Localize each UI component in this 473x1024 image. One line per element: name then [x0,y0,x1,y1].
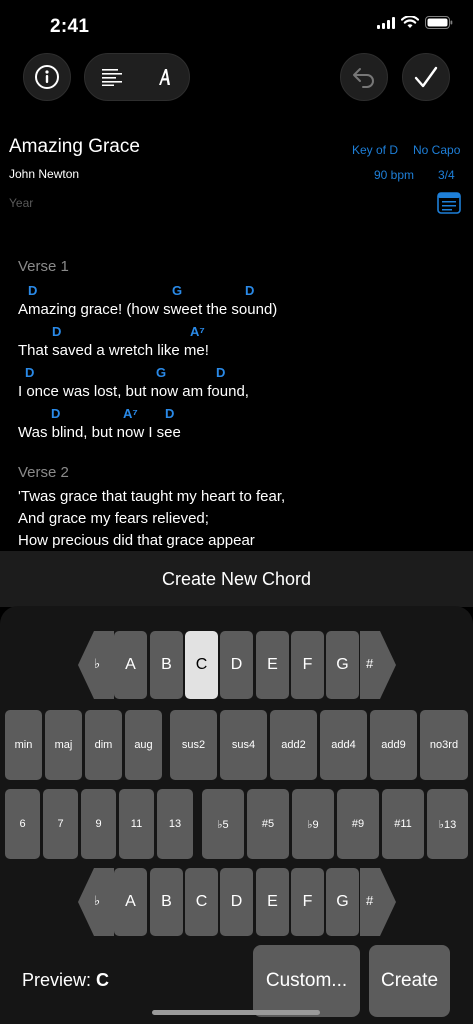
quality-aug[interactable]: aug [125,710,162,780]
bass-key-b[interactable]: B [150,868,183,936]
no3rd-key[interactable]: no3rd [420,710,468,780]
quality-maj[interactable]: maj [45,710,82,780]
chord-sheet-title: Create New Chord [0,551,473,607]
chord[interactable]: D [165,406,174,421]
info-button[interactable] [23,53,71,101]
capo-button[interactable]: No Capo [413,143,460,157]
key-button[interactable]: Key of D [352,143,398,157]
song-body[interactable]: Verse 1 D G D Amazing grace! (how sweet … [18,258,458,552]
alteration-sharp11[interactable]: #11 [382,789,424,859]
chord[interactable]: A⁷ [123,406,138,421]
chord[interactable]: D [28,283,37,298]
sharp-label: # [366,656,374,671]
sus4-key[interactable]: sus4 [220,710,267,780]
checkmark-icon [414,66,438,88]
add2-key[interactable]: add2 [270,710,317,780]
lyric-line[interactable]: And grace my fears relieved; [18,508,458,530]
lyric-line[interactable]: I once was lost, but now am found, [18,381,458,403]
bass-sharp-label: # [366,893,374,908]
undo-button[interactable] [340,53,388,101]
alteration-flat9[interactable]: ♭9 [292,789,334,859]
lyric-line[interactable]: How precious did that grace appear [18,530,458,552]
extension-9[interactable]: 9 [81,789,116,859]
preview-label: Preview: [22,970,92,990]
chord[interactable]: D [216,365,225,380]
section-label: Verse 2 [18,464,69,481]
lyric-line[interactable]: That saved a wretch like me! [18,340,458,362]
extension-6[interactable]: 6 [5,789,40,859]
text-align-button[interactable] [101,68,123,86]
root-key-f[interactable]: F [291,631,324,699]
bass-key-c[interactable]: C [185,868,218,936]
bass-key-d[interactable]: D [220,868,253,936]
chord[interactable]: D [51,406,60,421]
info-icon [35,65,59,89]
done-button[interactable] [402,53,450,101]
chord[interactable]: D [245,283,254,298]
chord[interactable]: G [172,283,182,298]
bass-key-e[interactable]: E [256,868,289,936]
chord[interactable]: A⁷ [190,324,205,339]
root-key-b[interactable]: B [150,631,183,699]
notes-icon [437,192,461,214]
extension-11[interactable]: 11 [119,789,154,859]
bass-key-g[interactable]: G [326,868,359,936]
root-key-c[interactable]: C [185,631,218,699]
undo-icon [353,68,374,88]
time-signature-button[interactable]: 3/4 [438,168,455,182]
flat-label: ♭ [94,656,101,671]
wifi-icon [401,16,419,28]
custom-button[interactable]: Custom... [253,945,360,1017]
add9-key[interactable]: add9 [370,710,417,780]
alteration-sharp9[interactable]: #9 [337,789,379,859]
chord[interactable]: D [52,324,61,339]
sus2-key[interactable]: sus2 [170,710,217,780]
font-a-icon [159,69,170,85]
extension-7[interactable]: 7 [43,789,78,859]
lyric-line[interactable]: 'Twas grace that taught my heart to fear… [18,486,458,508]
add4-key[interactable]: add4 [320,710,367,780]
align-left-icon [102,69,122,86]
notes-button[interactable] [437,192,461,219]
status-time: 2:41 [50,16,90,37]
bass-key-a[interactable]: A [114,868,147,936]
lyric-line[interactable]: Amazing grace! (how sweet the sound) [18,299,458,321]
chord[interactable]: G [156,365,166,380]
root-key-a[interactable]: A [114,631,147,699]
year-field[interactable]: Year [9,196,33,210]
battery-icon [425,16,453,29]
chord-row: D A⁷ D [18,403,458,422]
alteration-sharp5[interactable]: #5 [247,789,289,859]
alteration-flat5[interactable]: ♭5 [202,789,244,859]
chord-row: D G D [18,362,458,381]
extension-13[interactable]: 13 [157,789,193,859]
quality-min[interactable]: min [5,710,42,780]
status-icons [377,16,453,29]
home-indicator [152,1010,320,1015]
bass-key-f[interactable]: F [291,868,324,936]
chord-preview: Preview: C [22,970,109,991]
font-style-button[interactable] [155,67,173,87]
quality-dim[interactable]: dim [85,710,122,780]
chord-row: D A⁷ [18,321,458,340]
song-artist[interactable]: John Newton [9,167,79,181]
format-toggle[interactable] [84,53,190,101]
alteration-flat13[interactable]: ♭13 [427,789,468,859]
bass-flat-label: ♭ [94,893,101,908]
chord[interactable]: D [25,365,34,380]
chord-row: D G D [18,280,458,299]
root-key-e[interactable]: E [256,631,289,699]
create-button[interactable]: Create [369,945,450,1017]
tempo-button[interactable]: 90 bpm [374,168,414,182]
song-title[interactable]: Amazing Grace [9,136,140,158]
preview-value: C [96,970,110,990]
signal-icon [377,16,395,29]
root-key-d[interactable]: D [220,631,253,699]
root-key-g[interactable]: G [326,631,359,699]
lyric-line[interactable]: Was blind, but now I see [18,422,458,444]
section-label: Verse 1 [18,258,69,275]
